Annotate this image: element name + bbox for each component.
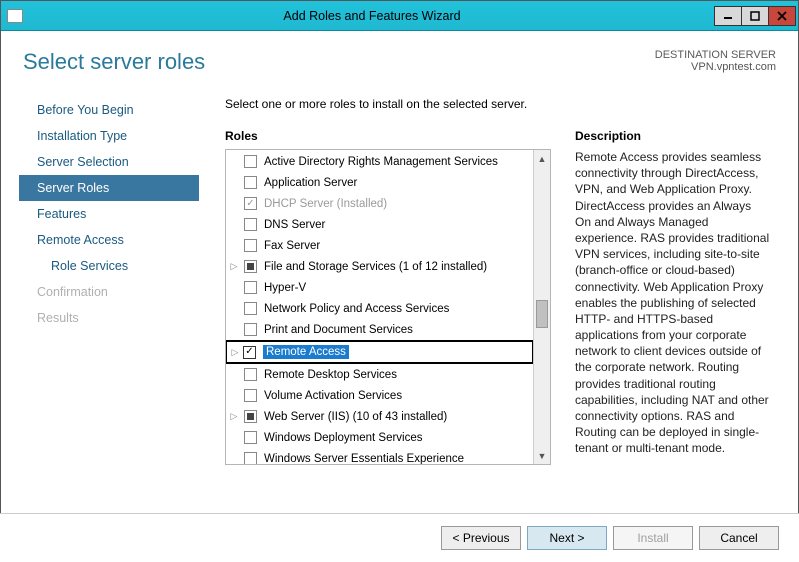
checkbox[interactable]: [244, 302, 257, 315]
body: Before You BeginInstallation TypeServer …: [1, 83, 798, 465]
role-item[interactable]: ▷ Web Server (IIS) (10 of 43 installed): [226, 406, 533, 427]
nav-item-features[interactable]: Features: [19, 201, 199, 227]
description-text: Remote Access provides seamless connecti…: [575, 149, 770, 457]
dest-value: VPN.vpntest.com: [655, 61, 776, 73]
minimize-button[interactable]: [714, 6, 742, 26]
role-item[interactable]: Windows Deployment Services: [226, 427, 533, 448]
role-item[interactable]: Print and Document Services: [226, 319, 533, 340]
dest-label: DESTINATION SERVER: [655, 49, 776, 61]
role-item[interactable]: ▷ Remote Access: [226, 340, 533, 364]
role-item[interactable]: DHCP Server (Installed): [226, 193, 533, 214]
role-label: Fax Server: [264, 240, 320, 252]
checkbox[interactable]: [244, 281, 257, 294]
expand-icon[interactable]: ▷: [228, 411, 240, 422]
nav-item-server-roles[interactable]: Server Roles: [19, 175, 199, 201]
role-label: Windows Server Essentials Experience: [264, 453, 464, 465]
role-item[interactable]: Application Server: [226, 172, 533, 193]
role-item[interactable]: Volume Activation Services: [226, 385, 533, 406]
role-item[interactable]: Fax Server: [226, 235, 533, 256]
scroll-up-icon[interactable]: ▲: [534, 150, 550, 167]
close-button[interactable]: [768, 6, 796, 26]
nav-item-server-selection[interactable]: Server Selection: [19, 149, 199, 175]
titlebar: Add Roles and Features Wizard: [1, 1, 798, 31]
role-label: File and Storage Services (1 of 12 insta…: [264, 261, 487, 273]
checkbox[interactable]: [244, 431, 257, 444]
role-item[interactable]: Remote Desktop Services: [226, 364, 533, 385]
role-label: Application Server: [264, 177, 357, 189]
checkbox[interactable]: [244, 368, 257, 381]
window-buttons: [715, 6, 796, 26]
checkbox[interactable]: [244, 389, 257, 402]
roles-column: Roles Active Directory Rights Management…: [225, 129, 551, 465]
scrollbar[interactable]: ▲ ▼: [533, 150, 550, 464]
scroll-thumb[interactable]: [536, 300, 548, 328]
role-item[interactable]: ▷ File and Storage Services (1 of 12 inst…: [226, 256, 533, 277]
role-label: Volume Activation Services: [264, 390, 402, 402]
checkbox[interactable]: [244, 452, 257, 464]
expand-icon[interactable]: ▷: [229, 347, 241, 358]
checkbox[interactable]: [244, 176, 257, 189]
nav-item-confirmation: Confirmation: [19, 279, 199, 305]
role-label: DHCP Server (Installed): [264, 198, 387, 210]
nav-item-results: Results: [19, 305, 199, 331]
page-title: Select server roles: [23, 49, 205, 75]
role-label: Web Server (IIS) (10 of 43 installed): [264, 411, 447, 423]
checkbox[interactable]: [244, 410, 257, 423]
role-label: Windows Deployment Services: [264, 432, 423, 444]
checkbox[interactable]: [244, 155, 257, 168]
checkbox[interactable]: [244, 197, 257, 210]
scroll-down-icon[interactable]: ▼: [534, 447, 550, 464]
roles-heading: Roles: [225, 129, 551, 143]
cancel-button[interactable]: Cancel: [699, 526, 779, 550]
role-label: Remote Access: [263, 345, 349, 359]
nav-item-role-services[interactable]: Role Services: [19, 253, 199, 279]
maximize-button[interactable]: [741, 6, 769, 26]
footer: < Previous Next > Install Cancel: [0, 513, 799, 562]
checkbox[interactable]: [244, 323, 257, 336]
next-button[interactable]: Next >: [527, 526, 607, 550]
checkbox[interactable]: [243, 346, 256, 359]
role-label: Print and Document Services: [264, 324, 413, 336]
expand-icon[interactable]: ▷: [228, 261, 240, 272]
wizard-nav: Before You BeginInstallation TypeServer …: [19, 83, 199, 465]
window-title: Add Roles and Features Wizard: [29, 9, 715, 23]
nav-item-remote-access[interactable]: Remote Access: [19, 227, 199, 253]
destination-server: DESTINATION SERVER VPN.vpntest.com: [655, 49, 776, 75]
role-item[interactable]: Hyper-V: [226, 277, 533, 298]
nav-item-installation-type[interactable]: Installation Type: [19, 123, 199, 149]
role-item[interactable]: Windows Server Essentials Experience: [226, 448, 533, 464]
description-column: Description Remote Access provides seaml…: [575, 129, 776, 465]
instruction-text: Select one or more roles to install on t…: [225, 97, 776, 111]
install-button: Install: [613, 526, 693, 550]
nav-item-before-you-begin[interactable]: Before You Begin: [19, 97, 199, 123]
app-icon: [7, 9, 23, 23]
description-heading: Description: [575, 129, 770, 143]
role-label: Network Policy and Access Services: [264, 303, 449, 315]
role-label: DNS Server: [264, 219, 325, 231]
checkbox[interactable]: [244, 239, 257, 252]
previous-button[interactable]: < Previous: [441, 526, 521, 550]
role-label: Active Directory Rights Management Servi…: [264, 156, 498, 168]
main-panel: Select one or more roles to install on t…: [199, 83, 780, 465]
roles-listbox[interactable]: Active Directory Rights Management Servi…: [225, 149, 551, 465]
role-item[interactable]: Network Policy and Access Services: [226, 298, 533, 319]
header: Select server roles DESTINATION SERVER V…: [1, 31, 798, 83]
role-label: Hyper-V: [264, 282, 306, 294]
role-item[interactable]: DNS Server: [226, 214, 533, 235]
role-label: Remote Desktop Services: [264, 369, 397, 381]
role-item[interactable]: Active Directory Rights Management Servi…: [226, 151, 533, 172]
checkbox[interactable]: [244, 260, 257, 273]
checkbox[interactable]: [244, 218, 257, 231]
